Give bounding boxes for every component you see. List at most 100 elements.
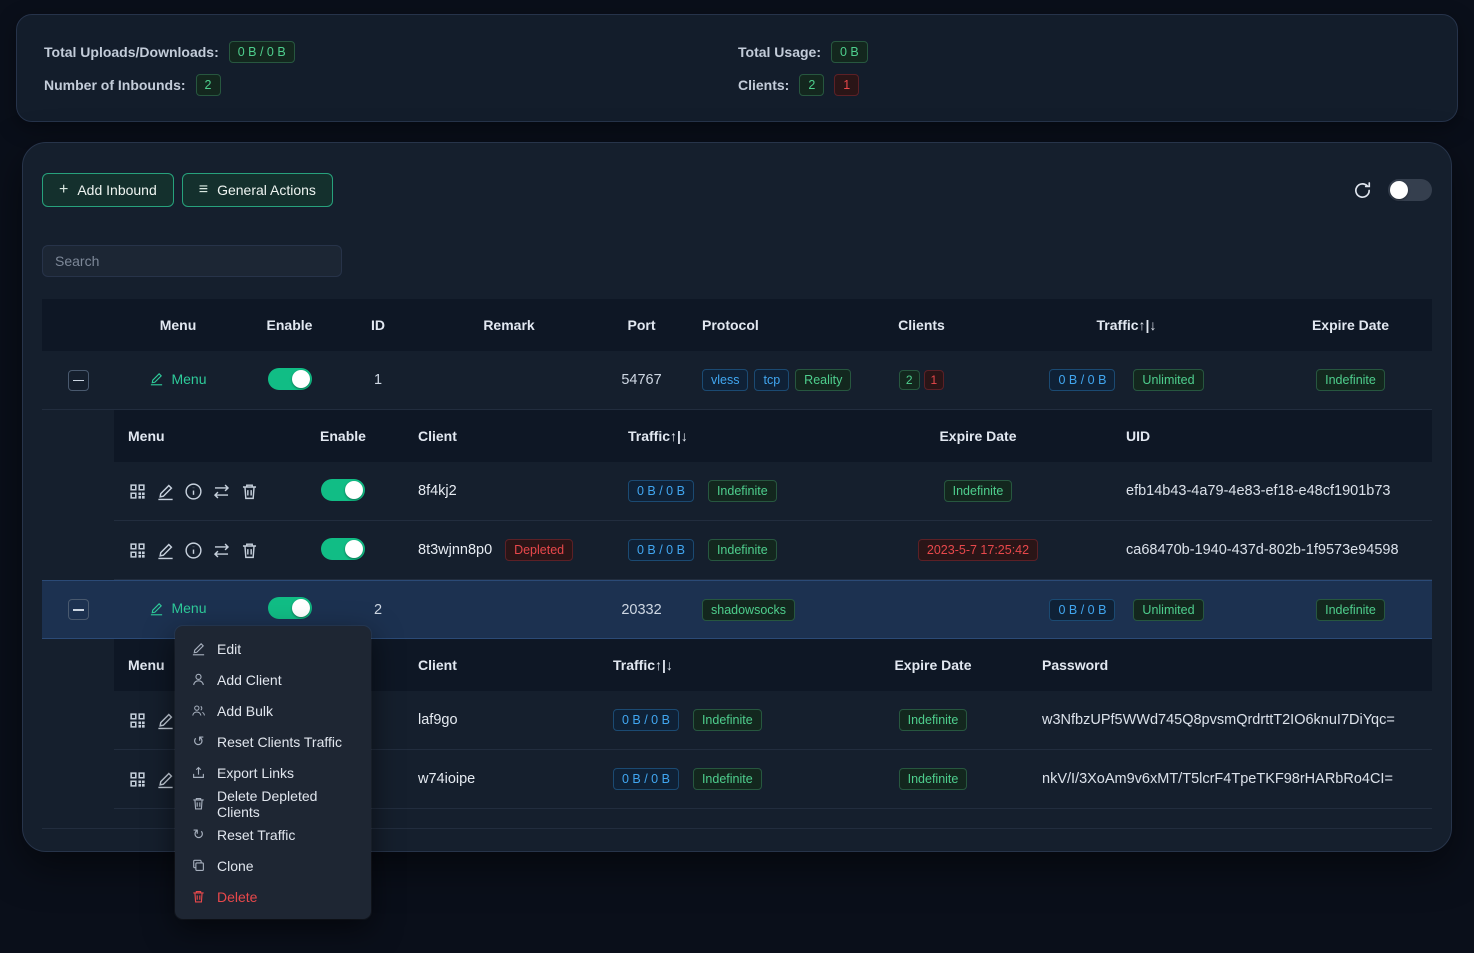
trash-icon bbox=[191, 796, 206, 811]
inbound-enable-toggle[interactable] bbox=[268, 597, 312, 619]
menu-item-label: Reset Clients Traffic bbox=[217, 734, 342, 750]
collapse-row-button[interactable] bbox=[68, 599, 89, 620]
client-actions bbox=[114, 541, 288, 560]
client-name: laf9go bbox=[398, 712, 583, 728]
menu-item-label: Delete bbox=[217, 889, 257, 905]
column-header-password: Password bbox=[1028, 657, 1432, 673]
inbound-expire: Indefinite bbox=[1269, 369, 1432, 391]
menu-item-reset-traffic[interactable]: ↻ Reset Traffic bbox=[175, 819, 371, 850]
users-icon bbox=[191, 703, 206, 718]
general-actions-label: General Actions bbox=[217, 182, 316, 198]
inbound-menu-button[interactable]: Menu bbox=[149, 371, 206, 387]
uploads-downloads-value: 0 B / 0 B bbox=[229, 41, 295, 63]
minus-icon bbox=[73, 609, 84, 611]
edit-icon[interactable] bbox=[156, 770, 175, 789]
info-icon[interactable] bbox=[184, 482, 203, 501]
column-header-menu: Menu bbox=[114, 428, 288, 444]
pencil-icon bbox=[149, 601, 164, 616]
inbound-port: 54767 bbox=[599, 372, 684, 388]
stats-card: Total Uploads/Downloads: 0 B / 0 B Numbe… bbox=[16, 14, 1458, 122]
traffic-value-badge: 0 B / 0 B bbox=[613, 768, 679, 790]
add-inbound-button[interactable]: + Add Inbound bbox=[42, 173, 174, 207]
minus-icon bbox=[73, 380, 84, 382]
column-header-uid: UID bbox=[1088, 428, 1432, 444]
clients-active-badge: 2 bbox=[899, 370, 920, 390]
edit-icon[interactable] bbox=[156, 711, 175, 730]
client-expire: Indefinite bbox=[838, 709, 1028, 731]
column-header-clients: Clients bbox=[859, 317, 984, 333]
traffic-value-badge: 0 B / 0 B bbox=[628, 480, 694, 502]
depleted-badge: Depleted bbox=[505, 539, 573, 561]
inbound-port: 20332 bbox=[599, 602, 684, 618]
menu-item-reset-clients-traffic[interactable]: ↺ Reset Clients Traffic bbox=[175, 726, 371, 757]
column-header-traffic: Traffic↑|↓ bbox=[598, 428, 868, 444]
qr-code-icon[interactable] bbox=[128, 770, 147, 789]
traffic-limit-badge: Indefinite bbox=[693, 768, 762, 790]
plus-icon: + bbox=[59, 182, 68, 198]
edit-icon[interactable] bbox=[156, 482, 175, 501]
protocol-tag: vless bbox=[702, 369, 748, 391]
inbound-protocol-tags: shadowsocks bbox=[684, 599, 859, 621]
toolbar-right bbox=[1353, 179, 1432, 201]
edit-icon[interactable] bbox=[156, 541, 175, 560]
add-inbound-label: Add Inbound bbox=[77, 182, 156, 198]
stats-left-column: Total Uploads/Downloads: 0 B / 0 B Numbe… bbox=[44, 39, 738, 97]
menu-item-delete[interactable]: Delete bbox=[175, 881, 371, 912]
stat-total-usage: Total Usage: 0 B bbox=[738, 39, 868, 64]
inbound-id: 2 bbox=[337, 602, 419, 618]
menu-item-label: Add Client bbox=[217, 672, 282, 688]
collapse-row-button[interactable] bbox=[68, 370, 89, 391]
qr-code-icon[interactable] bbox=[128, 482, 147, 501]
menu-item-clone[interactable]: Clone bbox=[175, 850, 371, 881]
inbound-menu-button[interactable]: Menu bbox=[149, 600, 206, 616]
stats-right-column: Total Usage: 0 B Clients: 2 1 bbox=[738, 39, 868, 97]
client-name: w74ioipe bbox=[398, 771, 583, 787]
client-uid: ca68470b-1940-437d-802b-1f9573e94598 bbox=[1088, 542, 1432, 558]
inbound-enable-toggle[interactable] bbox=[268, 368, 312, 390]
info-icon[interactable] bbox=[184, 541, 203, 560]
client-actions bbox=[114, 482, 288, 501]
clients-table-header: Menu Enable Client Traffic↑|↓ Expire Dat… bbox=[114, 410, 1432, 462]
menu-item-add-bulk[interactable]: Add Bulk bbox=[175, 695, 371, 726]
inbounds-count-value: 2 bbox=[196, 74, 221, 96]
search-input[interactable] bbox=[42, 245, 342, 277]
refresh-icon[interactable] bbox=[1353, 181, 1372, 200]
list-icon: ≡ bbox=[199, 182, 208, 198]
traffic-limit-badge: Unlimited bbox=[1133, 369, 1203, 391]
traffic-limit-badge: Unlimited bbox=[1133, 599, 1203, 621]
reset-traffic-icon[interactable] bbox=[212, 541, 231, 560]
client-enable-cell bbox=[288, 479, 398, 504]
menu-item-export-links[interactable]: Export Links bbox=[175, 757, 371, 788]
qr-code-icon[interactable] bbox=[128, 541, 147, 560]
client-enable-toggle[interactable] bbox=[321, 479, 365, 501]
menu-item-edit[interactable]: Edit bbox=[175, 633, 371, 664]
expire-badge: Indefinite bbox=[899, 709, 968, 731]
inbound-expire: Indefinite bbox=[1269, 599, 1432, 621]
pencil-icon bbox=[149, 371, 164, 386]
toggle-knob bbox=[1390, 181, 1408, 199]
menu-item-add-client[interactable]: Add Client bbox=[175, 664, 371, 695]
client-name-cell: 8t3wjnn8p0 Depleted bbox=[398, 539, 598, 561]
column-header-menu: Menu bbox=[114, 317, 242, 333]
theme-toggle[interactable] bbox=[1388, 179, 1432, 201]
column-header-client: Client bbox=[398, 428, 598, 444]
client-enable-cell bbox=[288, 538, 398, 563]
general-actions-button[interactable]: ≡ General Actions bbox=[182, 173, 333, 207]
menu-item-delete-depleted-clients[interactable]: Delete Depleted Clients bbox=[175, 788, 371, 819]
menu-cell: Menu bbox=[114, 371, 242, 390]
trash-icon[interactable] bbox=[240, 482, 259, 501]
toolbar-buttons: + Add Inbound ≡ General Actions bbox=[42, 173, 333, 207]
trash-icon[interactable] bbox=[240, 541, 259, 560]
expire-badge: Indefinite bbox=[899, 768, 968, 790]
qr-code-icon[interactable] bbox=[128, 711, 147, 730]
reset-traffic-icon[interactable] bbox=[212, 482, 231, 501]
client-enable-toggle[interactable] bbox=[321, 538, 365, 560]
client-row: 8f4kj2 0 B / 0 B Indefinite Indefinite e… bbox=[114, 462, 1432, 521]
toggle-knob bbox=[345, 481, 363, 499]
menu-item-label: Reset Traffic bbox=[217, 827, 295, 843]
client-name: 8t3wjnn8p0 bbox=[418, 542, 492, 558]
expire-badge: 2023-5-7 17:25:42 bbox=[918, 539, 1038, 561]
traffic-limit-badge: Indefinite bbox=[708, 539, 777, 561]
inbounds-count-label: Number of Inbounds: bbox=[44, 77, 186, 93]
enable-cell bbox=[242, 368, 337, 393]
